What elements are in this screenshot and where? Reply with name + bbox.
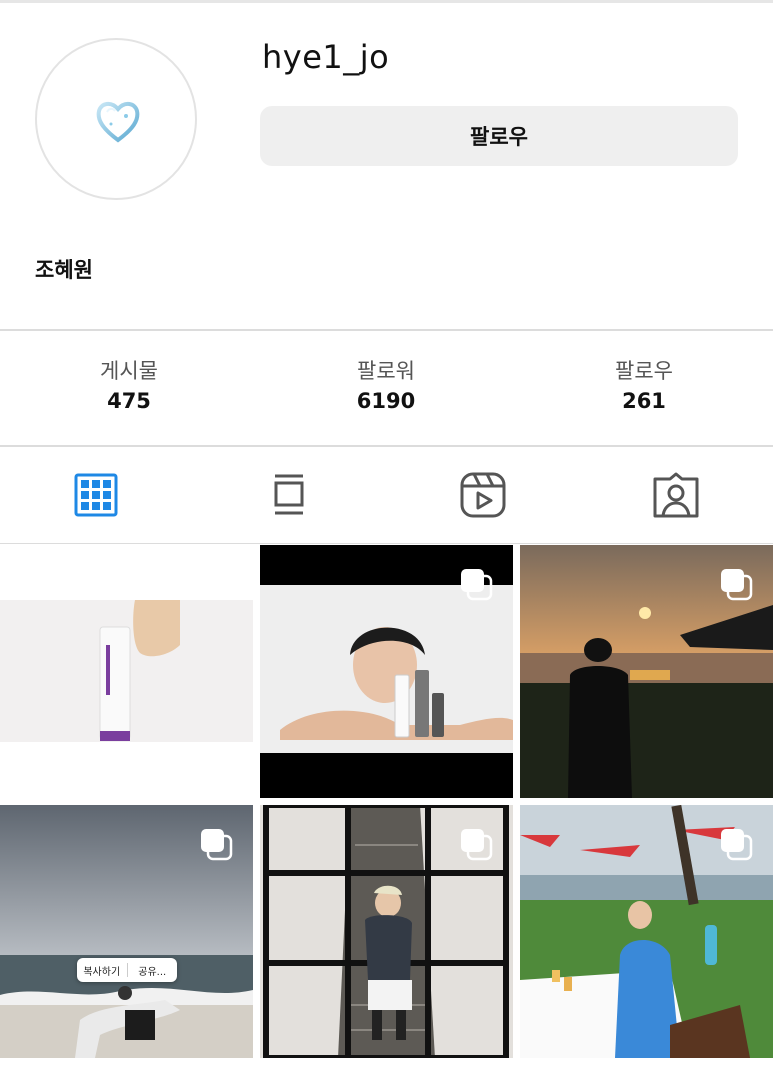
carousel-icon [461, 829, 493, 861]
grid-icon [74, 473, 118, 517]
profile-username: hye1_jo [262, 38, 390, 76]
carousel-icon [461, 569, 493, 601]
post-tile-3[interactable] [520, 545, 773, 798]
stat-followers-label: 팔로워 [357, 359, 415, 383]
profile-avatar[interactable] [35, 38, 197, 200]
stat-posts-label: 게시물 [100, 359, 158, 383]
post-tile-2[interactable] [260, 545, 513, 798]
tab-feed[interactable] [259, 465, 319, 525]
stat-posts[interactable]: 게시물 475 [49, 356, 209, 416]
post-image-1 [0, 545, 253, 798]
carousel-icon [721, 569, 753, 601]
tagged-icon [653, 472, 699, 518]
feed-icon [274, 474, 304, 515]
stat-followers-count: 6190 [356, 389, 416, 413]
stat-followers[interactable]: 팔로워 6190 [306, 356, 466, 416]
tab-reels[interactable] [453, 465, 513, 525]
post-tile-5[interactable] [260, 805, 513, 1058]
tabs-top-divider [0, 445, 773, 447]
post-tile-4[interactable] [0, 805, 253, 1058]
follow-button[interactable]: 팔로우 [260, 106, 738, 166]
share-menu-item[interactable]: 공유... [128, 963, 178, 978]
tab-grid[interactable] [66, 465, 126, 525]
grid-top-divider [0, 543, 773, 544]
stat-following-label: 팔로우 [615, 359, 673, 383]
stat-posts-count: 475 [107, 389, 151, 413]
tab-tagged[interactable] [646, 465, 706, 525]
copy-menu-item[interactable]: 복사하기 [77, 963, 127, 978]
water-heart-icon [96, 102, 140, 143]
profile-full-name: 조혜원 [35, 258, 93, 282]
reels-icon [460, 472, 506, 518]
stat-following[interactable]: 팔로우 261 [564, 356, 724, 416]
top-divider [0, 0, 773, 3]
stat-following-count: 261 [622, 389, 666, 413]
post-tile-6[interactable] [520, 805, 773, 1058]
stats-top-divider [0, 329, 773, 331]
context-menu: 복사하기 공유... [77, 958, 177, 982]
carousel-icon [721, 829, 753, 861]
post-tile-1[interactable] [0, 545, 253, 798]
carousel-icon [201, 829, 233, 861]
